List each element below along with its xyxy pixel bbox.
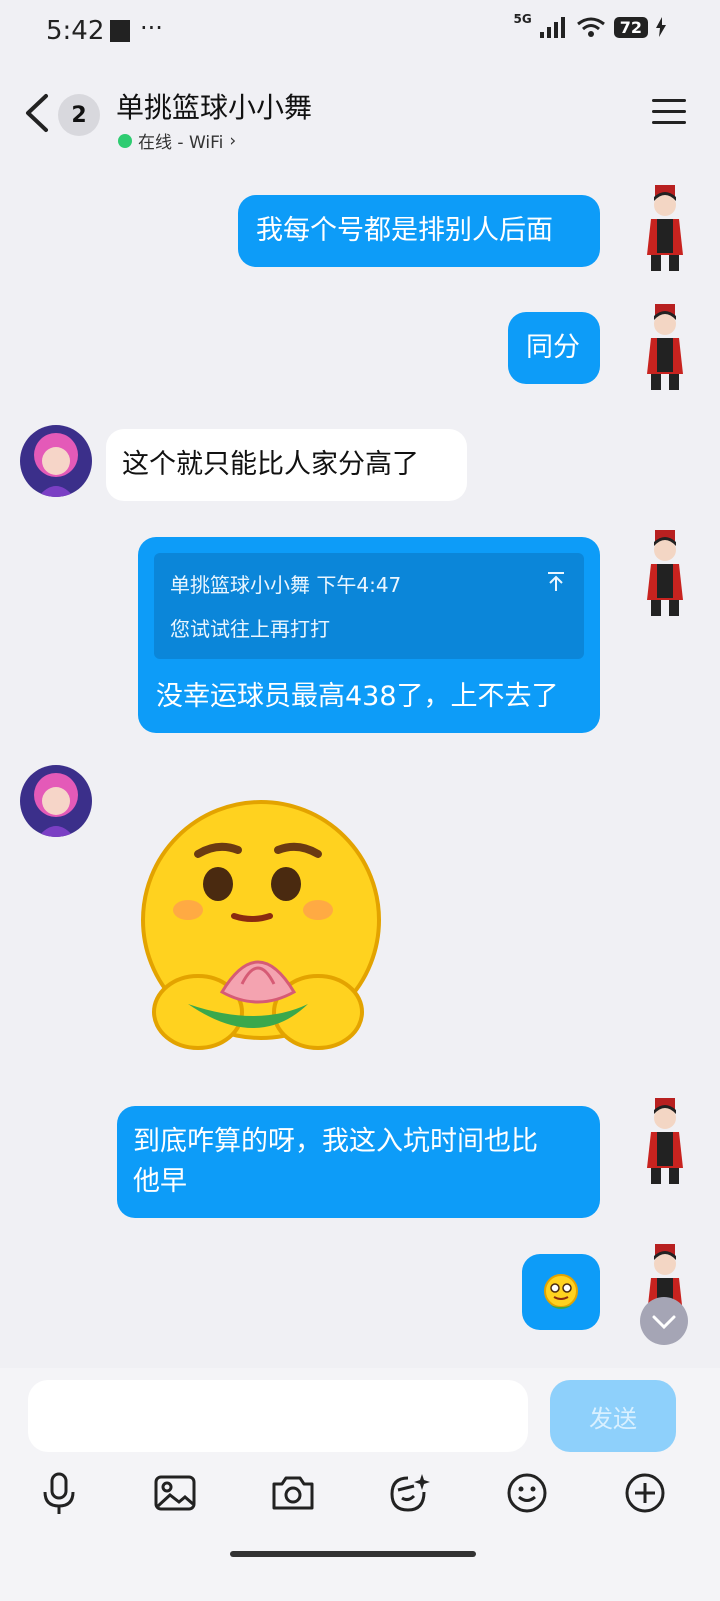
message-text-line: 他早: [133, 1166, 187, 1197]
online-dot-icon: [118, 133, 132, 148]
charging-icon: [656, 17, 666, 37]
network-label: 5G: [513, 12, 532, 26]
battery-indicator: 72: [613, 16, 648, 38]
more-status-dots: ···: [140, 14, 163, 42]
message-bubble-outgoing-quote[interactable]: 单挑篮球小小舞 下午4:47 您试试往上再打打 没幸运球员最高438了，上不去了: [138, 537, 600, 733]
chat-title[interactable]: 单挑篮球小小舞: [116, 86, 312, 126]
back-icon[interactable]: [20, 92, 56, 134]
send-button[interactable]: 发送: [550, 1380, 676, 1452]
my-avatar[interactable]: [639, 185, 691, 273]
message-text: 我每个号都是排别人后面: [256, 215, 553, 246]
my-avatar[interactable]: [639, 304, 691, 392]
scroll-to-bottom-button[interactable]: [640, 1297, 688, 1345]
quote-sender: 单挑篮球小小舞: [170, 573, 310, 597]
unread-badge[interactable]: 2: [58, 94, 100, 136]
plus-icon[interactable]: [620, 1468, 670, 1518]
quoted-message[interactable]: 单挑篮球小小舞 下午4:47 您试试往上再打打: [154, 553, 584, 659]
message-bubble-outgoing-emoji[interactable]: [522, 1254, 600, 1330]
message-text-line: 到底咋算的呀，我这入坑时间也比: [133, 1126, 538, 1157]
camera-icon[interactable]: [268, 1468, 318, 1518]
message-text: 同分: [526, 332, 580, 363]
quote-text: 您试试往上再打打: [170, 617, 330, 641]
online-status-text: 在线 - WiFi: [138, 133, 224, 153]
quote-time: 下午4:47: [316, 573, 402, 597]
message-bubble-outgoing[interactable]: 我每个号都是排别人后面: [238, 195, 600, 267]
online-status: 在线 - WiFi ›: [118, 128, 236, 153]
image-icon[interactable]: [150, 1468, 200, 1518]
status-right: 5G 72: [514, 12, 666, 38]
notification-icon: [110, 20, 130, 42]
sticker-icon[interactable]: [384, 1468, 434, 1518]
contact-avatar[interactable]: [20, 425, 92, 497]
chevron-right-icon: ›: [229, 130, 237, 151]
status-bar: 5:42 ··· 5G 72: [0, 0, 720, 64]
message-input[interactable]: [28, 1380, 528, 1452]
message-text: 这个就只能比人家分高了: [122, 449, 419, 480]
praying-smiley-sticker[interactable]: [138, 792, 384, 1058]
my-avatar[interactable]: [639, 1098, 691, 1186]
message-bubble-outgoing[interactable]: 同分: [508, 312, 600, 384]
chat-header: 2 单挑篮球小小舞 在线 - WiFi ›: [0, 64, 720, 162]
wifi-icon: [576, 17, 605, 37]
up-arrow-icon[interactable]: [546, 571, 566, 593]
microphone-icon[interactable]: [34, 1468, 84, 1518]
my-avatar[interactable]: [639, 530, 691, 618]
status-time: 5:42: [46, 16, 105, 46]
home-indicator: [230, 1551, 476, 1557]
composer: 发送: [0, 1368, 720, 1601]
chevron-down-icon: [652, 1315, 676, 1330]
contact-avatar[interactable]: [20, 765, 92, 837]
small-emoji: [544, 1274, 578, 1309]
message-text: 没幸运球员最高438了，上不去了: [156, 681, 559, 712]
message-bubble-incoming[interactable]: 这个就只能比人家分高了: [106, 429, 467, 501]
quote-header: 单挑篮球小小舞 下午4:47: [170, 571, 401, 599]
menu-icon[interactable]: [652, 98, 686, 126]
signal-icon: [539, 17, 565, 38]
message-bubble-outgoing[interactable]: 到底咋算的呀，我这入坑时间也比 他早: [117, 1106, 600, 1218]
emoji-icon[interactable]: [502, 1468, 552, 1518]
